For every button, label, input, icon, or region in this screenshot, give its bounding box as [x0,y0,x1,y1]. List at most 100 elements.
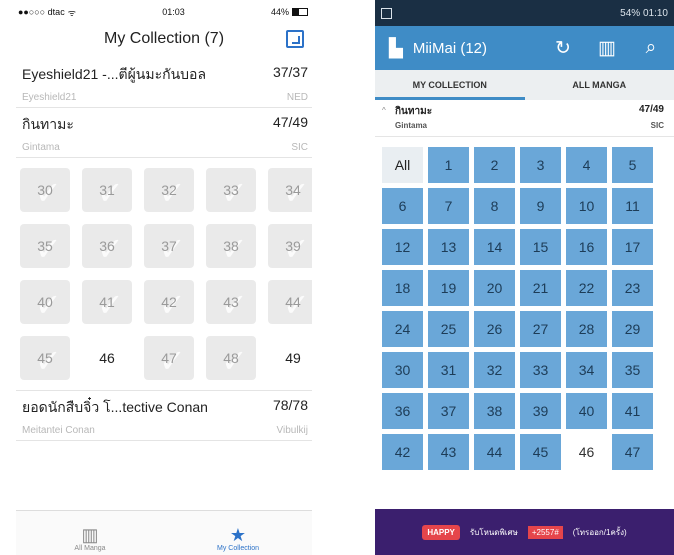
volume-tile[interactable]: 28 [566,311,607,347]
volume-tile[interactable]: 10 [566,188,607,224]
volume-tile[interactable]: 3 [520,147,561,183]
volume-number: 34 [285,182,301,198]
volume-tile[interactable]: 42 [144,280,194,324]
volume-tile[interactable]: 47 [612,434,653,470]
volume-tile[interactable]: 24 [382,311,423,347]
volume-number: 38 [223,238,239,254]
volume-tile[interactable]: 46 [566,434,607,470]
volume-tile[interactable]: 14 [474,229,515,265]
volume-tile[interactable]: 19 [428,270,469,306]
tab-my-collection[interactable]: ★ My Collection [164,511,312,555]
volume-tile[interactable]: 45 [520,434,561,470]
volume-tile[interactable]: 33 [206,168,256,212]
series-publisher: SIC [650,121,664,130]
volume-tile[interactable]: 29 [612,311,653,347]
volume-tile[interactable]: 1 [428,147,469,183]
ad-banner[interactable]: HAPPY รับโหนดพิเศษ +2557# (โทรออก/1ครั้ง… [375,509,674,555]
volume-tile[interactable]: 44 [268,280,312,324]
volume-tile[interactable]: 43 [428,434,469,470]
volume-number: 43 [223,294,239,310]
volume-tile[interactable]: 31 [82,168,132,212]
edit-collection-icon[interactable] [286,30,304,48]
tab-all-manga[interactable]: ▥ All Manga [16,511,164,555]
volume-tile[interactable]: 46 [82,336,132,380]
tab-label: My Collection [216,545,259,552]
volume-tile[interactable]: 33 [520,352,561,388]
volume-tile[interactable]: 40 [20,280,70,324]
volume-tile[interactable]: 15 [520,229,561,265]
volume-tile[interactable]: 38 [206,224,256,268]
volume-tile[interactable]: 13 [428,229,469,265]
barcode-icon[interactable]: ▥ [590,37,624,60]
volume-number: 42 [161,294,177,310]
volume-tile[interactable]: 40 [566,393,607,429]
volume-tile[interactable]: 26 [474,311,515,347]
volume-tile[interactable]: 7 [428,188,469,224]
volume-tile[interactable]: 12 [382,229,423,265]
volume-tile[interactable]: 17 [612,229,653,265]
series-count: 37/37 [272,64,308,80]
volume-tile[interactable]: 6 [382,188,423,224]
volume-tile[interactable]: 22 [566,270,607,306]
refresh-icon[interactable]: ↻ [546,37,580,60]
volume-number: 30 [37,182,53,198]
volume-tile[interactable]: 41 [82,280,132,324]
volume-tile[interactable]: 43 [206,280,256,324]
tab-label: All Manga [74,545,106,552]
volume-tile[interactable]: 27 [520,311,561,347]
volume-tile[interactable]: 21 [520,270,561,306]
volume-tile[interactable]: 2 [474,147,515,183]
tab-my-collection[interactable]: MY COLLECTION [375,70,525,100]
volume-tile[interactable]: 37 [428,393,469,429]
volume-tile[interactable]: 18 [382,270,423,306]
volume-tile[interactable]: 11 [612,188,653,224]
volume-tile[interactable]: 47 [144,336,194,380]
volume-tile[interactable]: 39 [520,393,561,429]
book-icon: ▙ [389,37,403,58]
volume-tile[interactable]: 38 [474,393,515,429]
series-row[interactable]: ยอดนักสืบจิ๋ว โ...tective Conan 78/78 Me… [16,390,312,441]
volume-tile[interactable]: 49 [268,336,312,380]
volume-tile[interactable]: 8 [474,188,515,224]
series-row[interactable]: กินทามะ 47/49 Gintama SIC [16,108,312,158]
series-row[interactable]: ^ กินทามะ 47/49 Gintama SIC [375,100,674,137]
volume-tile[interactable]: 34 [566,352,607,388]
volume-tile[interactable]: 35 [612,352,653,388]
volume-tile[interactable]: 5 [612,147,653,183]
volume-tile[interactable]: 9 [520,188,561,224]
volume-tile[interactable]: 30 [382,352,423,388]
volume-tile[interactable]: 42 [382,434,423,470]
volume-tile[interactable]: 39 [268,224,312,268]
volume-number: 40 [37,294,53,310]
search-icon[interactable]: ⌕ [634,37,668,59]
ad-footer: (โทรออก/1ครั้ง) [572,527,627,537]
volume-tile[interactable]: 32 [474,352,515,388]
volume-all-button[interactable]: All [382,147,423,183]
series-subtitle: Gintama [395,121,428,130]
volume-tile[interactable]: 25 [428,311,469,347]
star-icon: ★ [229,525,247,545]
series-title: Eyeshield21 -...ตีผู้นมะกันบอล [22,66,207,82]
volume-number: 45 [37,350,53,366]
series-subtitle: Eyeshield21 [22,92,77,103]
volume-tile[interactable]: 16 [566,229,607,265]
volume-number: 41 [99,294,115,310]
volume-tile[interactable]: 31 [428,352,469,388]
volume-tile[interactable]: 30 [20,168,70,212]
volume-tile[interactable]: 36 [82,224,132,268]
volume-tile[interactable]: 41 [612,393,653,429]
volume-tile[interactable]: 4 [566,147,607,183]
volume-tile[interactable]: 20 [474,270,515,306]
series-row[interactable]: Eyeshield21 -...ตีผู้นมะกันบอล 37/37 Eye… [16,58,312,108]
volume-tile[interactable]: 23 [612,270,653,306]
volume-tile[interactable]: 36 [382,393,423,429]
volume-tile[interactable]: 34 [268,168,312,212]
tab-all-manga[interactable]: ALL MANGA [525,70,674,100]
volume-tile[interactable]: 48 [206,336,256,380]
collapse-icon[interactable]: ^ [382,106,386,115]
volume-tile[interactable]: 45 [20,336,70,380]
volume-tile[interactable]: 37 [144,224,194,268]
volume-tile[interactable]: 35 [20,224,70,268]
volume-tile[interactable]: 32 [144,168,194,212]
volume-tile[interactable]: 44 [474,434,515,470]
